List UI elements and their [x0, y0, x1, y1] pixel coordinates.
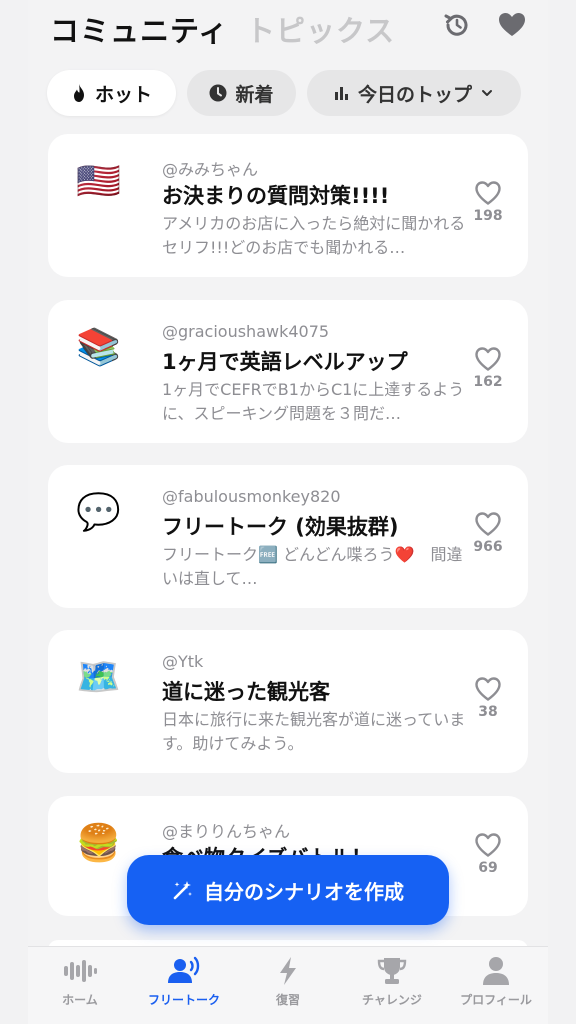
magic-wand-icon: [173, 881, 192, 900]
like-button[interactable]: 198: [470, 180, 506, 224]
speech-bubble-icon: 💬: [76, 492, 121, 533]
books-icon: 📚: [76, 327, 121, 368]
trophy-icon: [377, 958, 407, 984]
create-scenario-button[interactable]: 自分のシナリオを作成: [127, 855, 449, 925]
tab-community[interactable]: コミュニティ: [50, 8, 228, 50]
bar-chart-icon: [334, 87, 348, 100]
speaking-person-icon: [168, 956, 200, 983]
like-count: 69: [478, 860, 498, 876]
like-count: 162: [473, 374, 503, 390]
post-description: 日本に旅行に来た観光客が道に迷っています。助けてみよう。: [162, 710, 466, 753]
app-root: コミュニティ トピックス ホット 新着 今日のトップ 🇺🇸 @みみちゃん お決ま…: [28, 0, 548, 1024]
filter-top-label: 今日のトップ: [357, 83, 472, 106]
heart-outline-icon: [475, 833, 501, 857]
tab-review-label: 復習: [275, 993, 300, 1007]
history-icon[interactable]: [442, 10, 472, 40]
us-flag-icon: 🇺🇸: [76, 161, 121, 202]
post-description: 1ヶ月でCEFRでB1からC1に上達するように、スピーキング問題を３問だ…: [162, 380, 465, 423]
tab-topics[interactable]: トピックス: [246, 8, 395, 50]
tab-free-talk-label: フリートーク: [147, 993, 220, 1007]
post-author: @Ytk: [162, 652, 204, 671]
map-icon: 🗺️: [76, 657, 121, 698]
heart-outline-icon: [475, 181, 501, 205]
tab-challenge-label: チャレンジ: [362, 993, 422, 1007]
post-card[interactable]: 🗺️ @Ytk 道に迷った観光客 日本に旅行に来た観光客が道に迷っています。助け…: [48, 630, 528, 773]
filter-hot-chip[interactable]: ホット: [47, 70, 176, 116]
like-button[interactable]: 69: [470, 832, 506, 876]
post-author: @みみちゃん: [162, 160, 259, 179]
tab-profile-label: プロフィール: [460, 993, 532, 1007]
filter-new-chip[interactable]: 新着: [187, 70, 296, 116]
tab-profile[interactable]: プロフィール: [444, 955, 548, 1008]
heart-outline-icon: [475, 512, 501, 536]
tab-home-label: ホーム: [62, 993, 98, 1007]
favorites-heart-icon[interactable]: [497, 10, 527, 40]
like-button[interactable]: 966: [470, 511, 506, 555]
heart-outline-icon: [475, 677, 501, 701]
filter-chips: ホット 新着 今日のトップ: [28, 70, 548, 118]
flame-icon: [73, 84, 84, 102]
heart-outline-icon: [475, 347, 501, 371]
filter-hot-label: ホット: [94, 83, 152, 106]
like-count: 38: [478, 704, 498, 720]
tab-challenge[interactable]: チャレンジ: [340, 955, 444, 1008]
tab-home[interactable]: ホーム: [28, 955, 132, 1008]
tab-review[interactable]: 復習: [236, 955, 340, 1008]
burger-icon: 🍔: [76, 823, 121, 864]
create-scenario-label: 自分のシナリオを作成: [204, 879, 404, 904]
post-author: @gracioushawk4075: [162, 322, 330, 341]
post-card[interactable]: 💬 @fabulousmonkey820 フリートーク (効果抜群) フリートー…: [48, 465, 528, 608]
post-card[interactable]: 🇺🇸 @みみちゃん お決まりの質問対策!!!! アメリカのお店に入ったら絶対に聞…: [48, 134, 528, 277]
bottom-tab-bar: ホーム フリートーク 復習 チャレンジ プロフィール: [28, 946, 548, 1024]
post-author: @まりりんちゃん: [162, 822, 291, 841]
like-button[interactable]: 162: [470, 346, 506, 390]
post-card[interactable]: 📚 @gracioushawk4075 1ヶ月で英語レベルアップ 1ヶ月でCEF…: [48, 300, 528, 443]
chevron-down-icon: [482, 90, 492, 96]
post-title: フリートーク (効果抜群): [162, 515, 399, 539]
person-icon: [483, 957, 509, 985]
post-title: 1ヶ月で英語レベルアップ: [162, 350, 408, 374]
like-count: 198: [473, 208, 503, 224]
post-title: 道に迷った観光客: [162, 680, 330, 704]
filter-top-dropdown[interactable]: 今日のトップ: [307, 70, 521, 116]
filter-new-label: 新着: [235, 83, 274, 106]
like-button[interactable]: 38: [470, 676, 506, 720]
header: コミュニティ トピックス: [28, 0, 548, 58]
lightning-icon: [280, 957, 296, 985]
like-count: 966: [473, 539, 503, 555]
post-description: フリートーク🆓 どんどん喋ろう❤️ 間違いは直して…: [162, 545, 463, 588]
post-title: お決まりの質問対策!!!!: [162, 184, 390, 208]
post-author: @fabulousmonkey820: [162, 487, 341, 506]
waveform-icon: [64, 960, 97, 982]
clock-icon: [209, 84, 227, 102]
post-description: アメリカのお店に入ったら絶対に聞かれるセリフ!!!どのお店でも聞かれる…: [162, 214, 466, 257]
tab-free-talk[interactable]: フリートーク: [132, 955, 236, 1008]
